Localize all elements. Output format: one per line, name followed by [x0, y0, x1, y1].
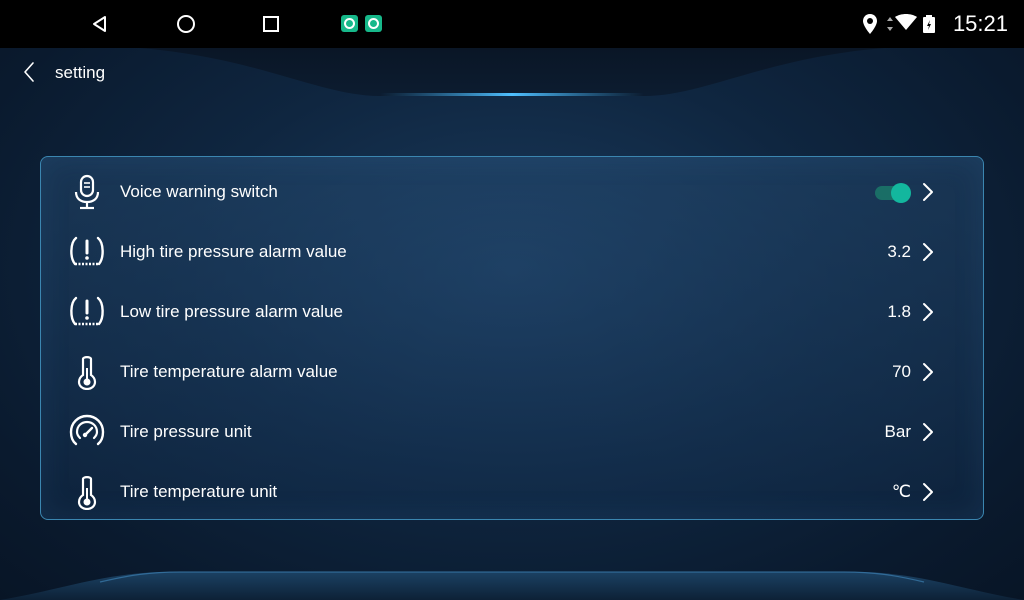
settings-row-label: Tire pressure unit — [120, 422, 252, 441]
toggle-knob — [891, 183, 911, 203]
voice-warning-toggle[interactable] — [875, 183, 911, 203]
settings-row-value: 70 — [892, 362, 911, 381]
chevron-right-icon — [921, 482, 935, 502]
gauge-icon — [67, 414, 107, 450]
microphone-icon — [67, 174, 107, 210]
system-status-icons — [862, 0, 942, 48]
data-arrows-icon — [886, 16, 894, 37]
thermometer-icon — [67, 354, 107, 390]
chevron-right-icon — [921, 362, 935, 382]
thermometer-icon — [67, 474, 107, 510]
chevron-right-icon — [921, 242, 935, 262]
tire-pressure-warning-icon — [67, 294, 107, 330]
settings-row-label: Voice warning switch — [120, 182, 278, 201]
wifi-icon — [895, 14, 917, 35]
settings-row-label: Tire temperature unit — [120, 482, 278, 501]
settings-row-temperature-unit[interactable]: Tire temperature unit ℃ — [41, 462, 983, 522]
page-title: setting — [55, 63, 106, 82]
chevron-right-icon — [921, 302, 935, 322]
home-circle-icon[interactable] — [172, 10, 200, 38]
settings-row-temperature-alarm[interactable]: Tire temperature alarm value 70 — [41, 342, 983, 402]
back-chevron-icon[interactable] — [18, 60, 42, 84]
settings-panel: Voice warning switch High tire pressure … — [40, 156, 984, 520]
settings-row-label: Tire temperature alarm value — [120, 362, 338, 381]
location-icon — [862, 13, 878, 40]
chevron-right-icon — [921, 422, 935, 442]
settings-row-low-pressure[interactable]: Low tire pressure alarm value 1.8 — [41, 282, 983, 342]
settings-row-high-pressure[interactable]: High tire pressure alarm value 3.2 — [41, 222, 983, 282]
settings-row-value: 3.2 — [887, 242, 911, 261]
settings-row-value: ℃ — [891, 482, 911, 501]
status-bar: 15:21 — [0, 0, 1024, 48]
settings-row-label: Low tire pressure alarm value — [120, 302, 343, 321]
recents-square-icon[interactable] — [257, 10, 285, 38]
settings-row-label: High tire pressure alarm value — [120, 242, 347, 261]
settings-row-pressure-unit[interactable]: Tire pressure unit Bar — [41, 402, 983, 462]
clock: 15:21 — [952, 11, 1008, 36]
tire-pressure-warning-icon — [67, 234, 107, 270]
settings-row-value: Bar — [884, 422, 911, 441]
camera-app-icon[interactable] — [365, 15, 382, 32]
camera-app-icon[interactable] — [341, 15, 358, 32]
battery-icon — [923, 15, 935, 38]
chevron-right-icon — [921, 182, 935, 202]
settings-row-voice-warning[interactable]: Voice warning switch — [41, 162, 983, 222]
page-header: setting — [0, 48, 1024, 98]
settings-row-value: 1.8 — [887, 302, 911, 321]
bottom-arc-decoration — [0, 571, 1024, 600]
back-triangle-icon[interactable] — [86, 10, 114, 38]
